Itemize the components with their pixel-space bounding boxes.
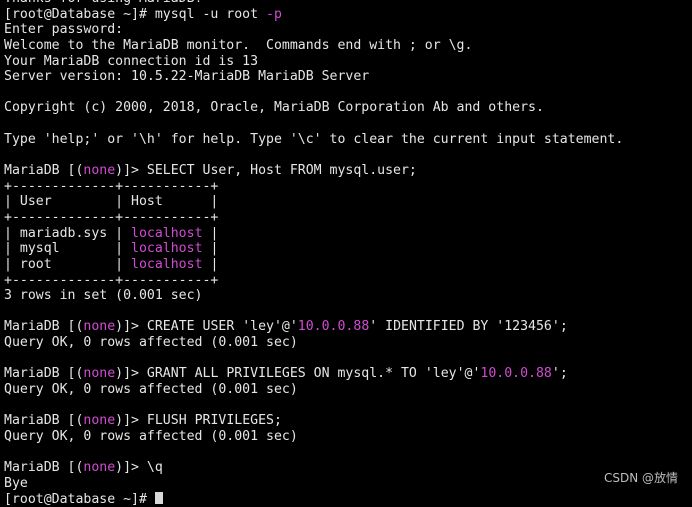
terminal-line: Query OK, 0 rows affected (0.001 sec): [4, 382, 690, 398]
terminal-line: | User | Host |: [4, 194, 690, 210]
terminal-line: Query OK, 0 rows affected (0.001 sec): [4, 429, 690, 445]
terminal-line: [4, 304, 690, 320]
terminal-line: +-------------+-----------+: [4, 273, 690, 289]
terminal-line: Thanks for using MariaDB!: [4, 0, 690, 7]
terminal-line: MariaDB [(none)]> CREATE USER 'ley'@'10.…: [4, 319, 690, 335]
terminal-line: MariaDB [(none)]> SELECT User, Host FROM…: [4, 163, 690, 179]
terminal-line: Bye: [4, 476, 690, 492]
terminal-line: Your MariaDB connection id is 13: [4, 54, 690, 70]
terminal-line: [4, 147, 690, 163]
terminal-line: [4, 85, 690, 101]
terminal-window[interactable]: { "colors": { "background": "#000000", "…: [0, 0, 692, 496]
terminal-line: | mysql | localhost |: [4, 241, 690, 257]
terminal-line: 3 rows in set (0.001 sec): [4, 288, 690, 304]
csdn-watermark: CSDN @放情: [604, 469, 678, 486]
terminal-line: [root@Database ~]# mysql -u root -p: [4, 7, 690, 23]
cursor-block: [155, 492, 163, 504]
terminal-line: MariaDB [(none)]> FLUSH PRIVILEGES;: [4, 413, 690, 429]
terminal-line: [4, 445, 690, 461]
terminal-line: | mariadb.sys | localhost |: [4, 226, 690, 242]
terminal-line: MariaDB [(none)]> \q: [4, 460, 690, 476]
terminal-line: [4, 398, 690, 414]
terminal-output: Thanks for using MariaDB![root@Database …: [4, 0, 690, 507]
terminal-line: +-------------+-----------+: [4, 179, 690, 195]
terminal-line: Welcome to the MariaDB monitor. Commands…: [4, 38, 690, 54]
terminal-line: [root@Database ~]#: [4, 492, 690, 507]
terminal-line: Type 'help;' or '\h' for help. Type '\c'…: [4, 132, 690, 148]
terminal-line: MariaDB [(none)]> GRANT ALL PRIVILEGES O…: [4, 366, 690, 382]
terminal-line: | root | localhost |: [4, 257, 690, 273]
terminal-line: Copyright (c) 2000, 2018, Oracle, MariaD…: [4, 100, 690, 116]
terminal-line: Query OK, 0 rows affected (0.001 sec): [4, 335, 690, 351]
terminal-line: Server version: 10.5.22-MariaDB MariaDB …: [4, 69, 690, 85]
terminal-line: [4, 351, 690, 367]
terminal-line: +-------------+-----------+: [4, 210, 690, 226]
terminal-line: Enter password:: [4, 22, 690, 38]
terminal-line: [4, 116, 690, 132]
